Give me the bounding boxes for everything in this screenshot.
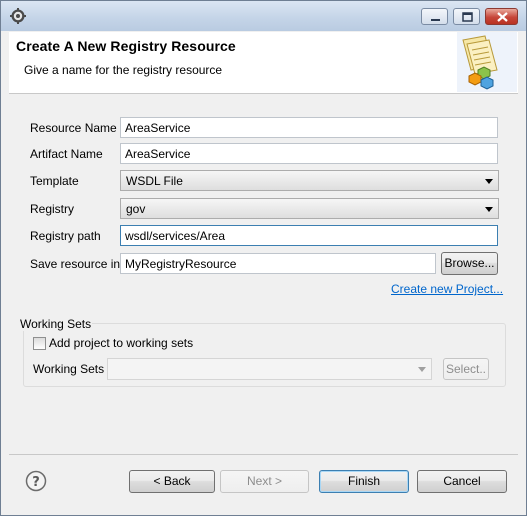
resource-name-input[interactable] bbox=[120, 117, 498, 138]
chevron-down-icon bbox=[418, 367, 426, 372]
wizard-body: Resource Name Artifact Name Template WSD… bbox=[9, 94, 518, 454]
create-new-project-link[interactable]: Create new Project... bbox=[391, 282, 503, 296]
cancel-button[interactable]: Cancel bbox=[417, 470, 507, 493]
resource-name-label: Resource Name bbox=[30, 121, 117, 135]
back-button[interactable]: < Back bbox=[129, 470, 215, 493]
next-button: Next > bbox=[220, 470, 309, 493]
registry-resource-wizard-icon bbox=[457, 32, 517, 92]
artifact-name-input[interactable] bbox=[120, 143, 498, 164]
save-resource-in-input[interactable] bbox=[120, 253, 436, 274]
registry-label: Registry bbox=[30, 202, 75, 216]
help-icon[interactable]: ? bbox=[25, 470, 47, 492]
maximize-button[interactable] bbox=[453, 8, 480, 25]
page-title: Create A New Registry Resource bbox=[16, 38, 236, 54]
footer-divider bbox=[9, 454, 518, 455]
chevron-down-icon bbox=[485, 179, 493, 184]
working-sets-select bbox=[107, 358, 432, 380]
browse-button[interactable]: Browse... bbox=[441, 252, 498, 275]
add-to-working-sets-label[interactable]: Add project to working sets bbox=[49, 336, 193, 350]
page-title-text: Create A New Registry Resource bbox=[16, 38, 236, 54]
save-resource-in-label: Save resource in bbox=[30, 257, 121, 271]
close-button[interactable] bbox=[485, 8, 518, 25]
maximize-icon bbox=[462, 12, 473, 22]
registry-path-label: Registry path bbox=[30, 229, 101, 243]
finish-button[interactable]: Finish bbox=[319, 470, 409, 493]
working-sets-label: Working Sets bbox=[33, 362, 105, 376]
close-icon bbox=[497, 12, 508, 22]
artifact-name-label: Artifact Name bbox=[30, 147, 103, 161]
registry-path-input[interactable] bbox=[120, 225, 498, 246]
svg-text:?: ? bbox=[32, 475, 40, 490]
page-subtitle: Give a name for the registry resource bbox=[24, 63, 223, 77]
chevron-down-icon bbox=[485, 207, 493, 212]
title-bar[interactable] bbox=[1, 1, 526, 31]
wizard-header: Create A New Registry Resource Give a na… bbox=[9, 32, 518, 94]
eclipse-gear-icon bbox=[10, 8, 26, 24]
add-to-working-sets-checkbox[interactable] bbox=[33, 337, 46, 350]
template-select[interactable]: WSDL File bbox=[120, 170, 499, 191]
working-sets-group-title: Working Sets bbox=[19, 317, 93, 331]
registry-select[interactable]: gov bbox=[120, 198, 499, 219]
minimize-icon bbox=[431, 19, 440, 21]
registry-select-value: gov bbox=[126, 202, 146, 216]
minimize-button[interactable] bbox=[421, 8, 448, 25]
template-label: Template bbox=[30, 174, 79, 188]
select-working-sets-button: Select.. bbox=[443, 358, 489, 380]
template-select-value: WSDL File bbox=[126, 174, 183, 188]
wizard-dialog: Create A New Registry Resource Give a na… bbox=[0, 0, 527, 516]
